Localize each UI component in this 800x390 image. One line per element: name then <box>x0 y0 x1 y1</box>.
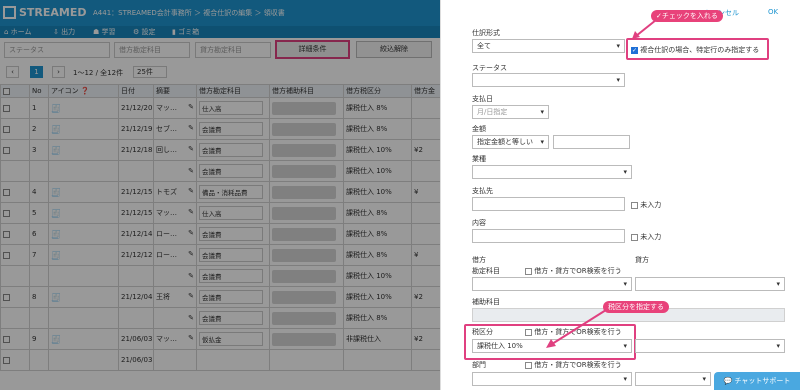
payee-label: 支払先 <box>472 187 493 195</box>
chat-support-button[interactable]: 💬 チャットサポート <box>714 372 800 390</box>
content-input[interactable] <box>472 229 625 243</box>
status-label: ステータス <box>472 64 507 72</box>
entry-type-label: 仕訳形式 <box>472 29 500 37</box>
annotation-arrow-icon <box>546 309 607 348</box>
modal-overlay[interactable] <box>0 0 440 390</box>
amount-label: 金額 <box>472 125 486 133</box>
status-select[interactable] <box>472 73 625 87</box>
dept-label: 部門 <box>472 361 486 369</box>
amount-input[interactable] <box>553 135 630 149</box>
credit-account-select[interactable] <box>635 277 785 291</box>
dept-credit-select[interactable] <box>635 372 711 386</box>
industry-select[interactable] <box>472 165 632 179</box>
ok-button[interactable]: OK <box>768 8 778 16</box>
payee-unfilled-checkbox[interactable]: 未入力 <box>631 200 661 210</box>
credit-tax-select[interactable] <box>635 339 785 353</box>
debit-account-select[interactable] <box>472 277 632 291</box>
industry-label: 業種 <box>472 155 486 163</box>
paydate-select[interactable]: 月/日指定 <box>472 105 549 119</box>
debit-or-search-checkbox[interactable]: 借方・貸方でOR検索を行う <box>525 266 622 276</box>
credit-label: 貸方 <box>635 256 649 264</box>
tax-annotation: 税区分を指定する <box>603 301 669 313</box>
content-unfilled-checkbox[interactable]: 未入力 <box>631 232 661 242</box>
compound-only-checkbox[interactable]: ✓ 複合仕訳の場合、特定行のみ指定する <box>631 45 759 55</box>
payee-input[interactable] <box>472 197 625 211</box>
debit-label: 借方 <box>472 256 486 264</box>
dept-or-search-checkbox[interactable]: 借方・貸方でOR検索を行う <box>525 360 622 370</box>
debit-sub-label: 補助科目 <box>472 298 500 306</box>
content-label: 内容 <box>472 219 486 227</box>
amount-condition-select[interactable]: 指定金額と等しい <box>472 135 549 149</box>
annotation-arrow-icon <box>632 19 657 39</box>
debit-account-label: 勘定科目 <box>472 267 500 275</box>
dept-debit-select[interactable] <box>472 372 632 386</box>
paydate-label: 支払日 <box>472 95 493 103</box>
entry-type-select[interactable]: 全て <box>472 39 625 53</box>
check-annotation: ✓チェックを入れる <box>651 10 723 22</box>
